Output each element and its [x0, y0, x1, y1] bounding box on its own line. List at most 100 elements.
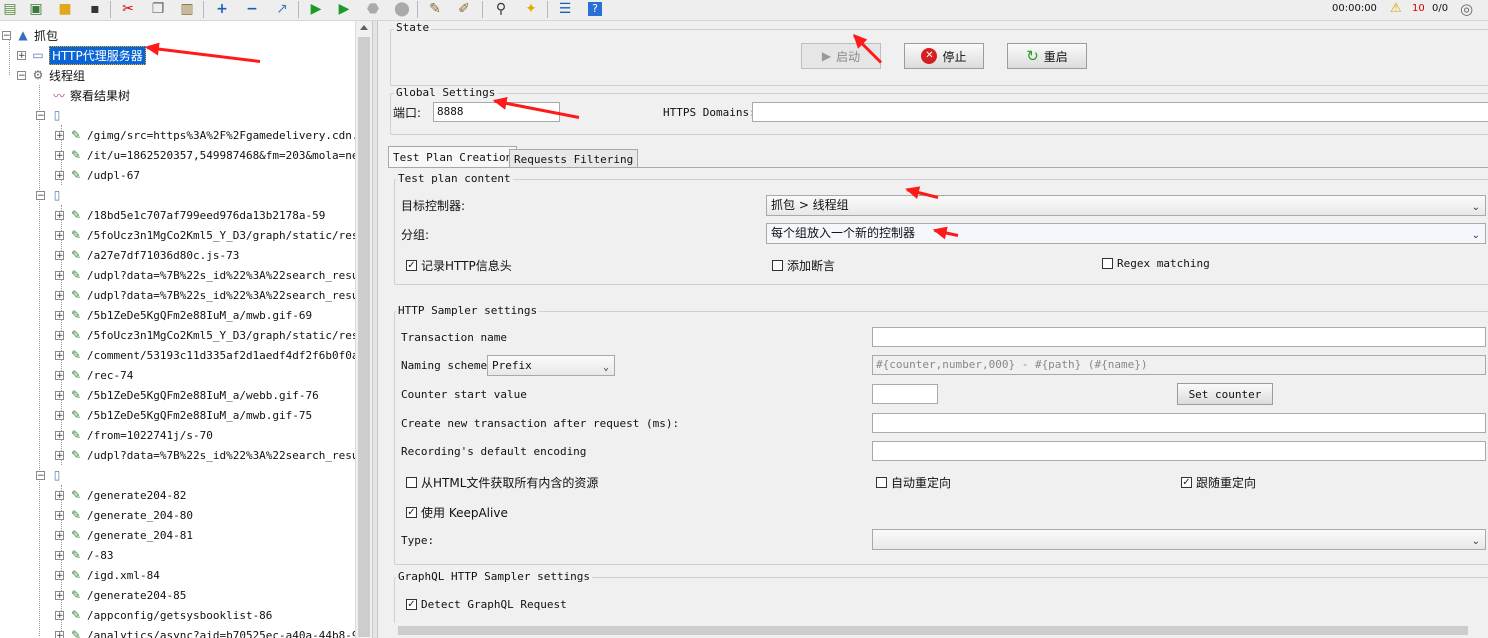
https-domains-field[interactable] — [752, 102, 1488, 122]
tree-item-sampler[interactable]: + ✎ /5foUcz3n1MgCo2Kml5_Y_D3/graph/static/… — [55, 325, 355, 345]
set-counter-button[interactable]: Set counter — [1177, 383, 1273, 405]
collapse-toggle[interactable]: − — [36, 470, 45, 480]
tree-item-sampler[interactable]: + ✎ /udpl-67 — [55, 165, 140, 185]
naming-format-field[interactable]: #{counter,number,000} - #{path} (#{name}… — [872, 355, 1486, 375]
scrollbar-thumb[interactable] — [358, 37, 370, 637]
expand-toggle[interactable]: + — [55, 610, 64, 620]
create-after-field[interactable] — [872, 413, 1486, 433]
open-icon[interactable]: ■ — [56, 0, 74, 18]
templates-icon[interactable]: ▣ — [27, 0, 45, 18]
expand-toggle[interactable]: + — [55, 390, 64, 400]
collapse-toggle[interactable]: − — [36, 110, 45, 120]
tree-item-sampler[interactable]: + ✎ /generate_204-80 — [55, 505, 193, 525]
tree-item-sampler[interactable]: + ✎ /igd.xml-84 — [55, 565, 160, 585]
warning-icon[interactable]: ⚠ — [1390, 1, 1402, 17]
expand-toggle[interactable]: + — [55, 130, 64, 140]
help-icon[interactable]: ? — [586, 0, 604, 18]
collapse-toggle[interactable]: − — [17, 70, 26, 80]
tree-item-sampler[interactable]: + ✎ /generate204-82 — [55, 485, 186, 505]
follow-redirects-checkbox[interactable]: ✓ 跟随重定向 — [1181, 474, 1256, 491]
target-controller-select[interactable]: 抓包 > 线程组 ⌄ — [766, 195, 1486, 216]
naming-scheme-select[interactable]: Prefix ⌄ — [487, 355, 615, 376]
expand-toggle[interactable]: + — [55, 550, 64, 560]
tree-item-sampler[interactable]: + ✎ /a27e7df71036d80c.js-73 — [55, 245, 239, 265]
expand-toggle[interactable]: + — [55, 250, 64, 260]
tree-item-sampler[interactable]: + ✎ /generate_204-81 — [55, 525, 193, 545]
tab-test-plan-creation[interactable]: Test Plan Creation — [388, 146, 518, 168]
collapse-toggle[interactable]: − — [2, 30, 11, 40]
tree-item-thread-group[interactable]: − ⚙ 线程组 — [17, 65, 85, 85]
expand-toggle[interactable]: + — [55, 430, 64, 440]
tree-item-sampler[interactable]: + ✎ /comment/53193c11d335af2d1aedf4df2f6b0… — [55, 345, 355, 365]
add-assertions-checkbox[interactable]: 添加断言 — [772, 257, 835, 274]
tree-item-sampler[interactable]: + ✎ /from=1022741j/s-70 — [55, 425, 213, 445]
tree-scrollbar[interactable] — [355, 21, 373, 638]
expand-toggle[interactable]: + — [55, 350, 64, 360]
expand-toggle[interactable]: + — [17, 50, 26, 60]
expand-icon[interactable]: + — [213, 0, 231, 18]
stop-icon[interactable]: ⬣ — [364, 0, 382, 18]
tree-item-sampler[interactable]: + ✎ /udpl?data=%7B%22s_id%22%3A%22search_r… — [55, 445, 355, 465]
tree-item-sampler[interactable]: + ✎ /18bd5e1c707af799eed976da13b2178a-59 — [55, 205, 325, 225]
tree-root[interactable]: − ▲ 抓包 — [2, 25, 58, 45]
tree-item-transaction[interactable]: − ▯ — [36, 465, 68, 485]
tree-item-sampler[interactable]: + ✎ /analytics/async?aid=b70525ec-a40a-44b… — [55, 625, 355, 638]
tree-item-sampler[interactable]: + ✎ /udpl?data=%7B%22s_id%22%3A%22search_r… — [55, 285, 355, 305]
expand-toggle[interactable]: + — [55, 590, 64, 600]
tree-item-result-tree[interactable]: 〰 察看结果树 — [51, 85, 130, 105]
shutdown-icon[interactable]: ⬤ — [393, 0, 411, 18]
tree-item-sampler[interactable]: + ✎ /gimg/src=https%3A%2F%2Fgamedelivery.c… — [55, 125, 355, 145]
start-button[interactable]: ▶ 启动 — [801, 43, 881, 69]
regex-matching-checkbox[interactable]: Regex matching — [1102, 257, 1210, 270]
tree-item-transaction[interactable]: − ▯ — [36, 105, 68, 125]
tree-item-sampler[interactable]: + ✎ /5b1ZeDe5KgQFm2e88IuM_a/mwb.gif-69 — [55, 305, 312, 325]
detect-graphql-checkbox[interactable]: ✓ Detect GraphQL Request — [406, 598, 567, 611]
expand-toggle[interactable]: + — [55, 510, 64, 520]
scroll-up-icon[interactable] — [360, 25, 368, 30]
tree-item-sampler[interactable]: + ✎ /5b1ZeDe5KgQFm2e88IuM_a/webb.gif-76 — [55, 385, 319, 405]
grouping-select[interactable]: 每个组放入一个新的控制器 ⌄ — [766, 223, 1486, 244]
search-icon[interactable]: ⚲ — [492, 0, 510, 18]
retrieve-resources-checkbox[interactable]: 从HTML文件获取所有内含的资源 — [406, 474, 598, 491]
expand-toggle[interactable]: + — [55, 270, 64, 280]
expand-toggle[interactable]: + — [55, 370, 64, 380]
expand-toggle[interactable]: + — [55, 310, 64, 320]
stop-button[interactable]: ✕ 停止 — [904, 43, 984, 69]
tree-item-proxy[interactable]: + ▭ HTTP代理服务器 — [17, 45, 146, 65]
expand-toggle[interactable]: + — [55, 230, 64, 240]
save-icon[interactable]: ▪ — [86, 0, 104, 18]
expand-toggle[interactable]: + — [55, 330, 64, 340]
tree-item-sampler[interactable]: + ✎ /appconfig/getsysbooklist-86 — [55, 605, 272, 625]
record-headers-checkbox[interactable]: ✓ 记录HTTP信息头 — [406, 257, 512, 274]
copy-icon[interactable]: ❐ — [149, 0, 167, 18]
collapse-icon[interactable]: − — [243, 0, 261, 18]
expand-toggle[interactable]: + — [55, 210, 64, 220]
auto-redirect-checkbox[interactable]: 自动重定向 — [876, 474, 951, 491]
new-icon[interactable]: ▤ — [1, 0, 19, 18]
start-no-pause-icon[interactable]: ▶ — [335, 0, 353, 18]
tree-item-sampler[interactable]: + ✎ /5foUcz3n1MgCo2Kml5_Y_D3/graph/static/… — [55, 225, 355, 245]
tree-item-sampler[interactable]: + ✎ /5b1ZeDe5KgQFm2e88IuM_a/mwb.gif-75 — [55, 405, 312, 425]
tab-requests-filtering[interactable]: Requests Filtering — [509, 149, 639, 168]
counter-start-field[interactable] — [872, 384, 938, 404]
clear-all-icon[interactable]: ✐ — [455, 0, 473, 18]
expand-toggle[interactable]: + — [55, 150, 64, 160]
reset-search-icon[interactable]: ✦ — [522, 0, 540, 18]
tree-item-transaction[interactable]: − ▯ — [36, 185, 68, 205]
tree-item-sampler[interactable]: + ✎ /it/u=1862520357,549987468&fm=203&mola… — [55, 145, 355, 165]
panel-horizontal-scrollbar[interactable] — [378, 623, 1488, 638]
expand-toggle[interactable]: + — [55, 450, 64, 460]
clear-icon[interactable]: ✎ — [426, 0, 444, 18]
tree-item-sampler[interactable]: + ✎ /udpl?data=%7B%22s_id%22%3A%22search_r… — [55, 265, 355, 285]
keepalive-checkbox[interactable]: ✓ 使用 KeepAlive — [406, 504, 508, 521]
default-encoding-field[interactable] — [872, 441, 1486, 461]
restart-button[interactable]: ↻ 重启 — [1007, 43, 1087, 69]
tree-item-sampler[interactable]: + ✎ /rec-74 — [55, 365, 133, 385]
expand-toggle[interactable]: + — [55, 170, 64, 180]
tree-item-sampler[interactable]: + ✎ /generate204-85 — [55, 585, 186, 605]
type-select[interactable]: ⌄ — [872, 529, 1486, 550]
scrollbar-thumb[interactable] — [398, 626, 1468, 635]
paste-icon[interactable]: ▥ — [178, 0, 196, 18]
collapse-toggle[interactable]: − — [36, 190, 45, 200]
start-icon[interactable]: ▶ — [307, 0, 325, 18]
